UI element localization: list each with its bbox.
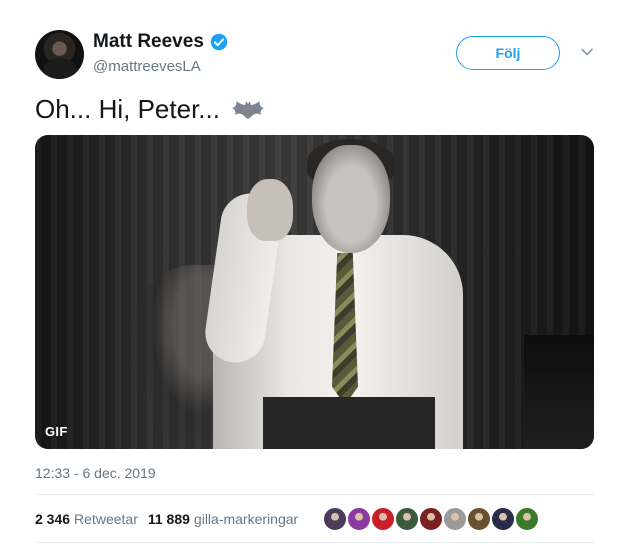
verified-badge-icon [210, 33, 228, 51]
liker-avatars [322, 506, 540, 532]
retweets-stat[interactable]: 2 346 Retweetar [35, 511, 138, 527]
divider [35, 542, 594, 543]
likes-label: gilla-markeringar [193, 511, 299, 527]
trousers [263, 397, 435, 449]
man-head [312, 145, 390, 253]
tweet-stats: 2 346 Retweetar 11 889 gilla-markeringar [35, 511, 298, 527]
chevron-down-icon[interactable] [580, 45, 594, 59]
liker-avatar[interactable] [346, 506, 372, 532]
liker-avatar[interactable] [490, 506, 516, 532]
stage-equipment [524, 335, 594, 449]
tweet-text: Oh... Hi, Peter... [35, 94, 266, 125]
gif-badge: GIF [45, 424, 68, 439]
divider [35, 494, 594, 495]
liker-avatar[interactable] [442, 506, 468, 532]
user-handle[interactable]: @mattreevesLA [93, 58, 201, 75]
liker-avatar[interactable] [322, 506, 348, 532]
liker-avatar[interactable] [418, 506, 444, 532]
tweet-timestamp[interactable]: 12:33 - 6 dec. 2019 [35, 465, 156, 481]
avatar[interactable] [35, 30, 84, 79]
waving-hand [247, 179, 293, 241]
liker-avatar[interactable] [466, 506, 492, 532]
retweets-label: Retweetar [74, 511, 138, 527]
author-name-row: Matt Reeves [93, 31, 228, 53]
bat-emoji-icon [231, 100, 264, 119]
liker-avatar[interactable] [370, 506, 396, 532]
gif-media[interactable]: GIF [35, 135, 594, 449]
tweet-text-content: Oh... Hi, Peter... [35, 94, 220, 124]
retweets-count: 2 346 [35, 511, 71, 527]
display-name[interactable]: Matt Reeves [93, 31, 204, 53]
likes-count: 11 889 [147, 511, 190, 527]
follow-button[interactable]: Följ [456, 36, 560, 70]
liker-avatar[interactable] [394, 506, 420, 532]
likes-stat[interactable]: 11 889 gilla-markeringar [148, 511, 298, 527]
liker-avatar[interactable] [514, 506, 540, 532]
